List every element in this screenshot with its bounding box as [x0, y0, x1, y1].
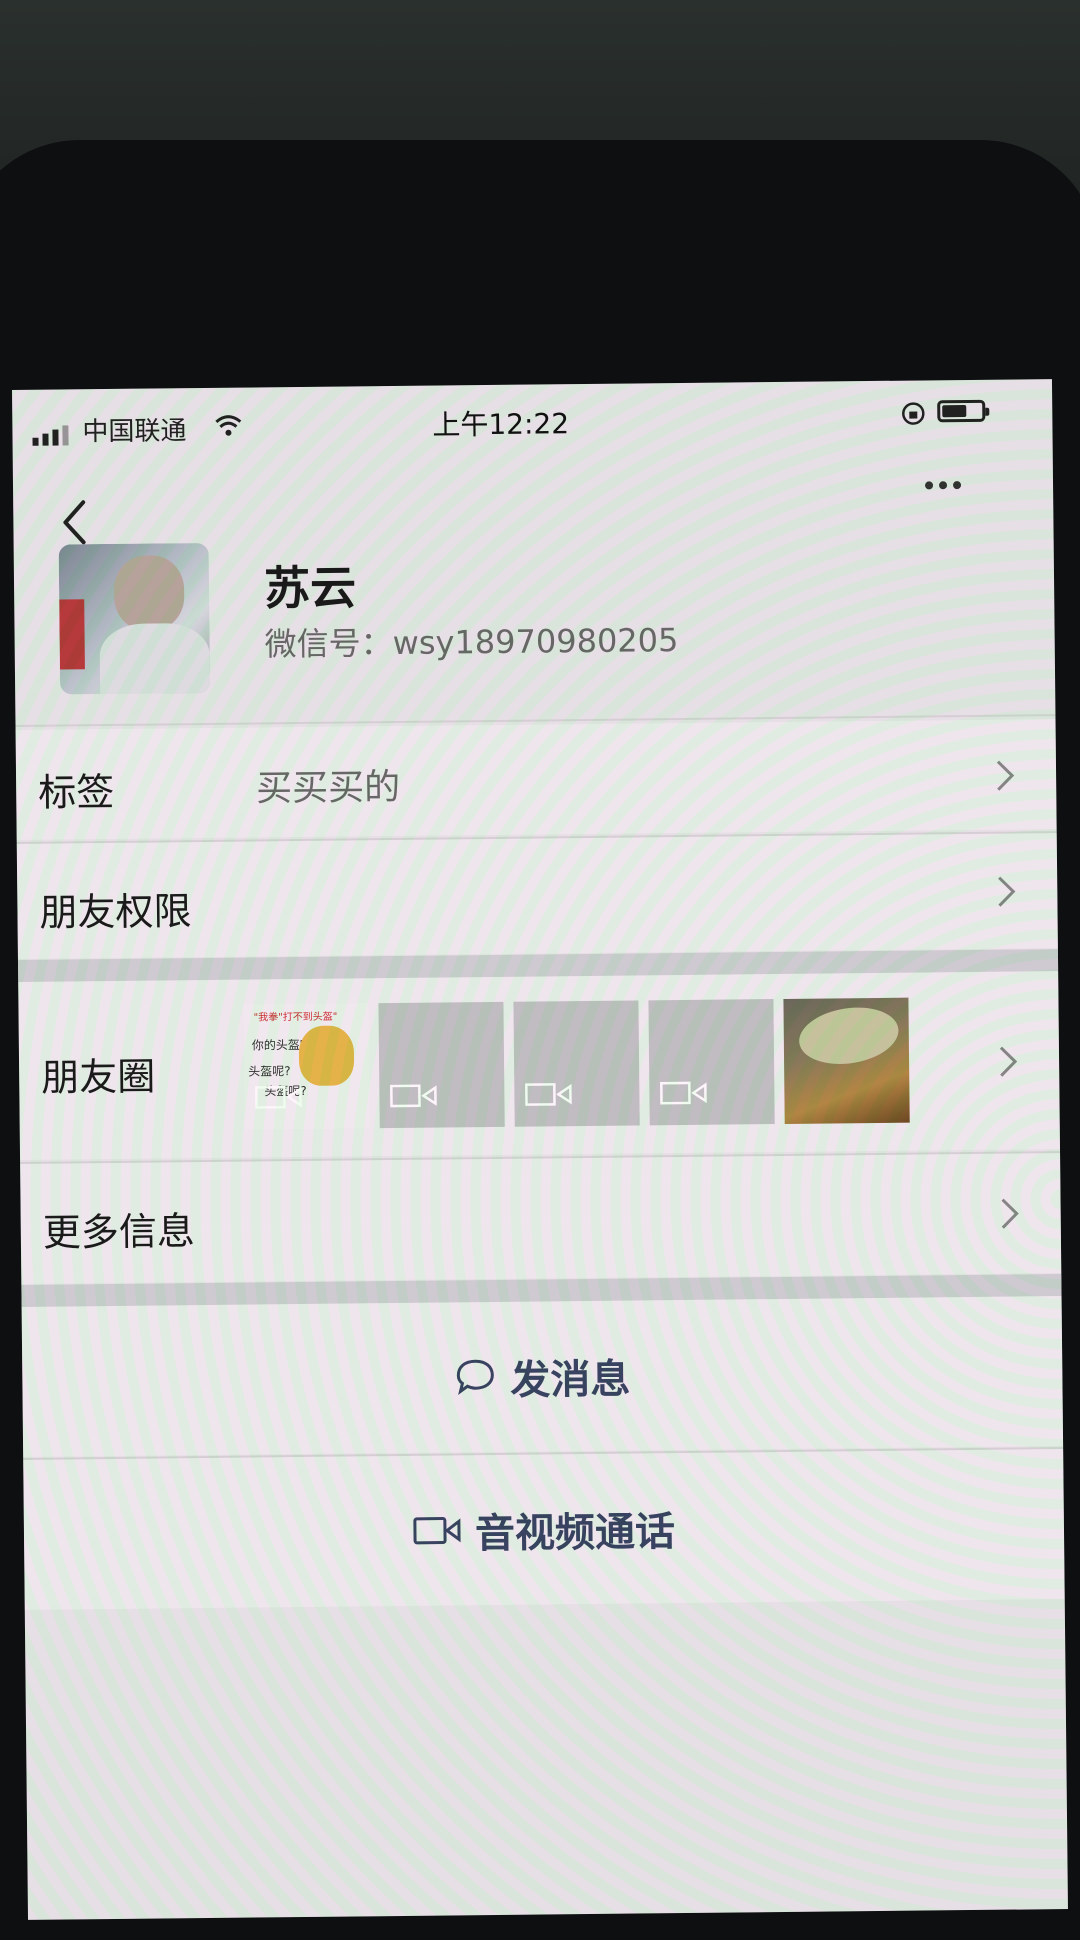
tags-row[interactable]: 标签 买买买的	[15, 719, 1057, 840]
status-bar: 中国联通 上午12:22	[12, 379, 1053, 460]
video-camera-icon	[255, 1085, 302, 1109]
moments-thumbnail	[648, 999, 775, 1126]
moments-label: 朋友圈	[40, 1054, 156, 1100]
more-info-label: 更多信息	[42, 1209, 196, 1255]
video-camera-icon	[390, 1084, 437, 1108]
moments-thumbnail	[513, 1000, 640, 1127]
chevron-right-icon	[1001, 1198, 1019, 1229]
friend-permissions-row[interactable]: 朋友权限	[16, 833, 1058, 959]
chat-bubble-icon	[456, 1359, 494, 1395]
moments-thumbnails: "我拳"打不到头盔" 你的头盔呢? 头盔呢? 头盔呢?	[243, 997, 910, 1130]
carrier-label: 中国联通	[82, 416, 187, 448]
avatar[interactable]	[58, 542, 211, 695]
wechat-id: 微信号：wsy18970980205	[264, 621, 679, 664]
moments-thumbnail	[378, 1001, 505, 1129]
signal-icon	[32, 425, 69, 446]
phone-screen: 中国联通 上午12:22 苏云 微信号：wsy18970980205 标签 买买…	[12, 379, 1068, 1920]
chevron-right-icon	[999, 1046, 1018, 1077]
rotation-lock-icon	[902, 402, 925, 425]
chevron-right-icon	[996, 760, 1015, 791]
moments-thumbnail	[783, 997, 910, 1124]
friend-permissions-label: 朋友权限	[39, 889, 192, 935]
send-message-button[interactable]: 发消息	[21, 1296, 1064, 1457]
tags-label: 标签	[37, 769, 115, 815]
back-chevron-icon[interactable]	[53, 494, 98, 550]
video-call-button[interactable]: 音视频通话	[23, 1449, 1065, 1610]
moments-row[interactable]: 朋友圈 "我拳"打不到头盔" 你的头盔呢? 头盔呢? 头盔呢?	[18, 971, 1061, 1160]
more-dots-icon[interactable]	[913, 465, 973, 506]
moments-thumbnail: "我拳"打不到头盔" 你的头盔呢? 头盔呢? 头盔呢?	[243, 1003, 370, 1130]
clock: 上午12:22	[432, 407, 570, 442]
more-info-row[interactable]: 更多信息	[20, 1153, 1062, 1284]
contact-name: 苏云	[263, 560, 357, 616]
chevron-right-icon	[998, 876, 1016, 907]
video-camera-icon	[660, 1081, 707, 1105]
video-camera-icon	[525, 1083, 572, 1106]
video-call-label: 音视频通话	[474, 1509, 676, 1558]
tags-value: 买买买的	[255, 766, 401, 810]
wifi-icon	[215, 415, 242, 436]
video-camera-icon	[413, 1517, 461, 1545]
send-message-label: 发消息	[510, 1356, 631, 1404]
battery-icon	[937, 399, 986, 423]
